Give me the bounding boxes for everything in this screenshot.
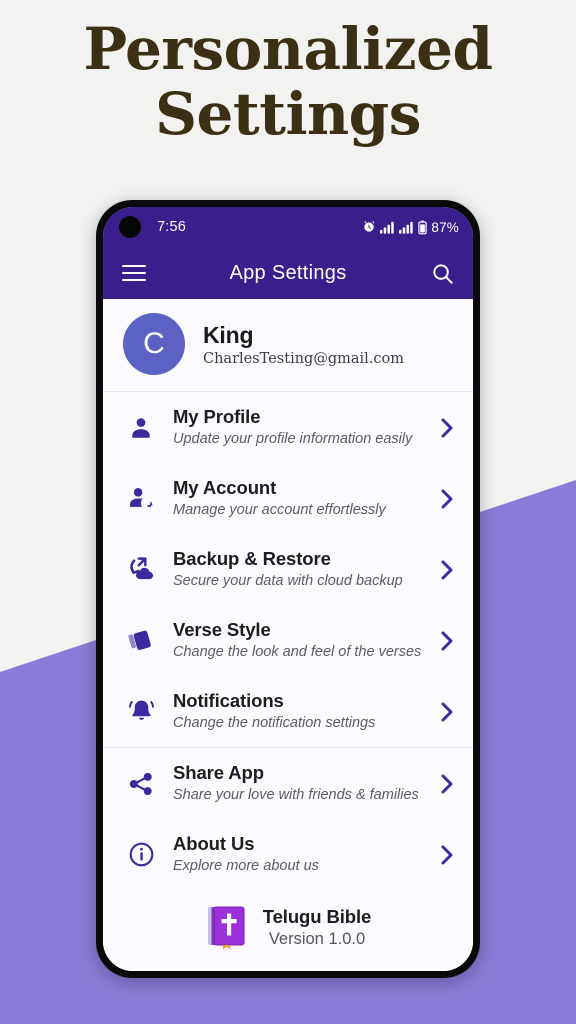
hamburger-menu-icon[interactable]	[121, 260, 147, 286]
share-nodes-icon	[123, 771, 159, 797]
settings-row-subtitle: Explore more about us	[173, 858, 319, 875]
settings-row-subtitle: Change the look and feel of the verses	[173, 644, 422, 661]
settings-row-notifications[interactable]: Notifications Change the notification se…	[103, 676, 473, 747]
settings-row-subtitle: Secure your data with cloud backup	[173, 573, 403, 590]
app-bar: App Settings	[103, 247, 473, 299]
signal-icon	[380, 221, 395, 234]
hero-line-1: Personalized	[83, 15, 493, 83]
settings-row-title: My Profile	[173, 406, 261, 428]
settings-row-text: Share App Share your love with friends &…	[173, 762, 431, 805]
settings-row-title: Verse Style	[173, 619, 271, 641]
settings-row-subtitle: Change the notification settings	[173, 715, 376, 732]
status-indicators: 87%	[362, 220, 459, 235]
hero-line-2: Settings	[155, 80, 421, 149]
settings-list: My Profile Update your profile informati…	[103, 392, 473, 971]
phone-mockup: 7:56 87% App Settings C King CharlesTest…	[96, 200, 480, 978]
chevron-right-icon[interactable]	[439, 629, 455, 653]
app-footer: Telugu Bible Version 1.0.0	[103, 890, 473, 971]
settings-row-text: My Profile Update your profile informati…	[173, 406, 431, 449]
settings-row-text: Notifications Change the notification se…	[173, 690, 431, 733]
settings-row-subtitle: Update your profile information easily	[173, 431, 413, 448]
profile-name: King	[203, 321, 254, 348]
settings-row-text: Backup & Restore Secure your data with c…	[173, 548, 431, 591]
settings-row-text: Verse Style Change the look and feel of …	[173, 619, 431, 662]
avatar: C	[123, 313, 185, 375]
chevron-right-icon[interactable]	[439, 487, 455, 511]
cards-icon	[123, 627, 159, 654]
profile-email: CharlesTesting@gmail.com	[203, 350, 404, 367]
phone-screen: 7:56 87% App Settings C King CharlesTest…	[103, 207, 473, 971]
person-gear-icon	[123, 485, 159, 512]
status-bar: 7:56 87%	[103, 207, 473, 247]
profile-text: King CharlesTesting@gmail.com	[203, 322, 404, 367]
settings-row-title: Backup & Restore	[173, 548, 331, 570]
settings-group: Share App Share your love with friends &…	[103, 747, 473, 890]
signal-icon	[399, 221, 414, 234]
settings-row-text: About Us Explore more about us	[173, 833, 431, 876]
chevron-right-icon[interactable]	[439, 416, 455, 440]
battery-percent: 87%	[431, 219, 459, 235]
footer-text: Telugu Bible Version 1.0.0	[262, 905, 372, 949]
bell-icon	[123, 698, 159, 725]
app-name: Telugu Bible	[262, 905, 372, 927]
settings-row-my-profile[interactable]: My Profile Update your profile informati…	[103, 392, 473, 463]
settings-row-subtitle: Manage your account effortlessly	[173, 502, 386, 519]
settings-row-title: Share App	[173, 762, 264, 784]
app-version: Version 1.0.0	[268, 929, 366, 948]
chevron-right-icon[interactable]	[439, 558, 455, 582]
bible-book-icon	[205, 904, 249, 950]
settings-row-verse-style[interactable]: Verse Style Change the look and feel of …	[103, 605, 473, 676]
settings-row-title: About Us	[173, 833, 255, 855]
settings-row-title: My Account	[173, 477, 277, 499]
person-icon	[123, 415, 159, 441]
settings-group: My Profile Update your profile informati…	[103, 392, 473, 747]
settings-row-my-account[interactable]: My Account Manage your account effortles…	[103, 463, 473, 534]
settings-row-title: Notifications	[173, 690, 284, 712]
chevron-right-icon[interactable]	[439, 772, 455, 796]
chevron-right-icon[interactable]	[439, 843, 455, 867]
hero-title: Personalized Settings	[0, 15, 576, 149]
chevron-right-icon[interactable]	[439, 700, 455, 724]
status-time: 7:56	[157, 219, 187, 235]
app-bar-title: App Settings	[229, 261, 347, 284]
cloud-sync-icon	[123, 556, 159, 583]
camera-punch-hole-icon	[119, 216, 141, 238]
profile-header[interactable]: C King CharlesTesting@gmail.com	[103, 299, 473, 392]
alarm-icon	[362, 220, 376, 234]
battery-icon	[418, 220, 428, 235]
settings-row-text: My Account Manage your account effortles…	[173, 477, 431, 520]
info-circle-icon	[123, 841, 159, 868]
settings-row-share-app[interactable]: Share App Share your love with friends &…	[103, 748, 473, 819]
search-icon[interactable]	[429, 260, 455, 286]
settings-row-about-us[interactable]: About Us Explore more about us	[103, 819, 473, 890]
settings-row-backup-restore[interactable]: Backup & Restore Secure your data with c…	[103, 534, 473, 605]
settings-row-subtitle: Share your love with friends & families	[173, 787, 419, 804]
